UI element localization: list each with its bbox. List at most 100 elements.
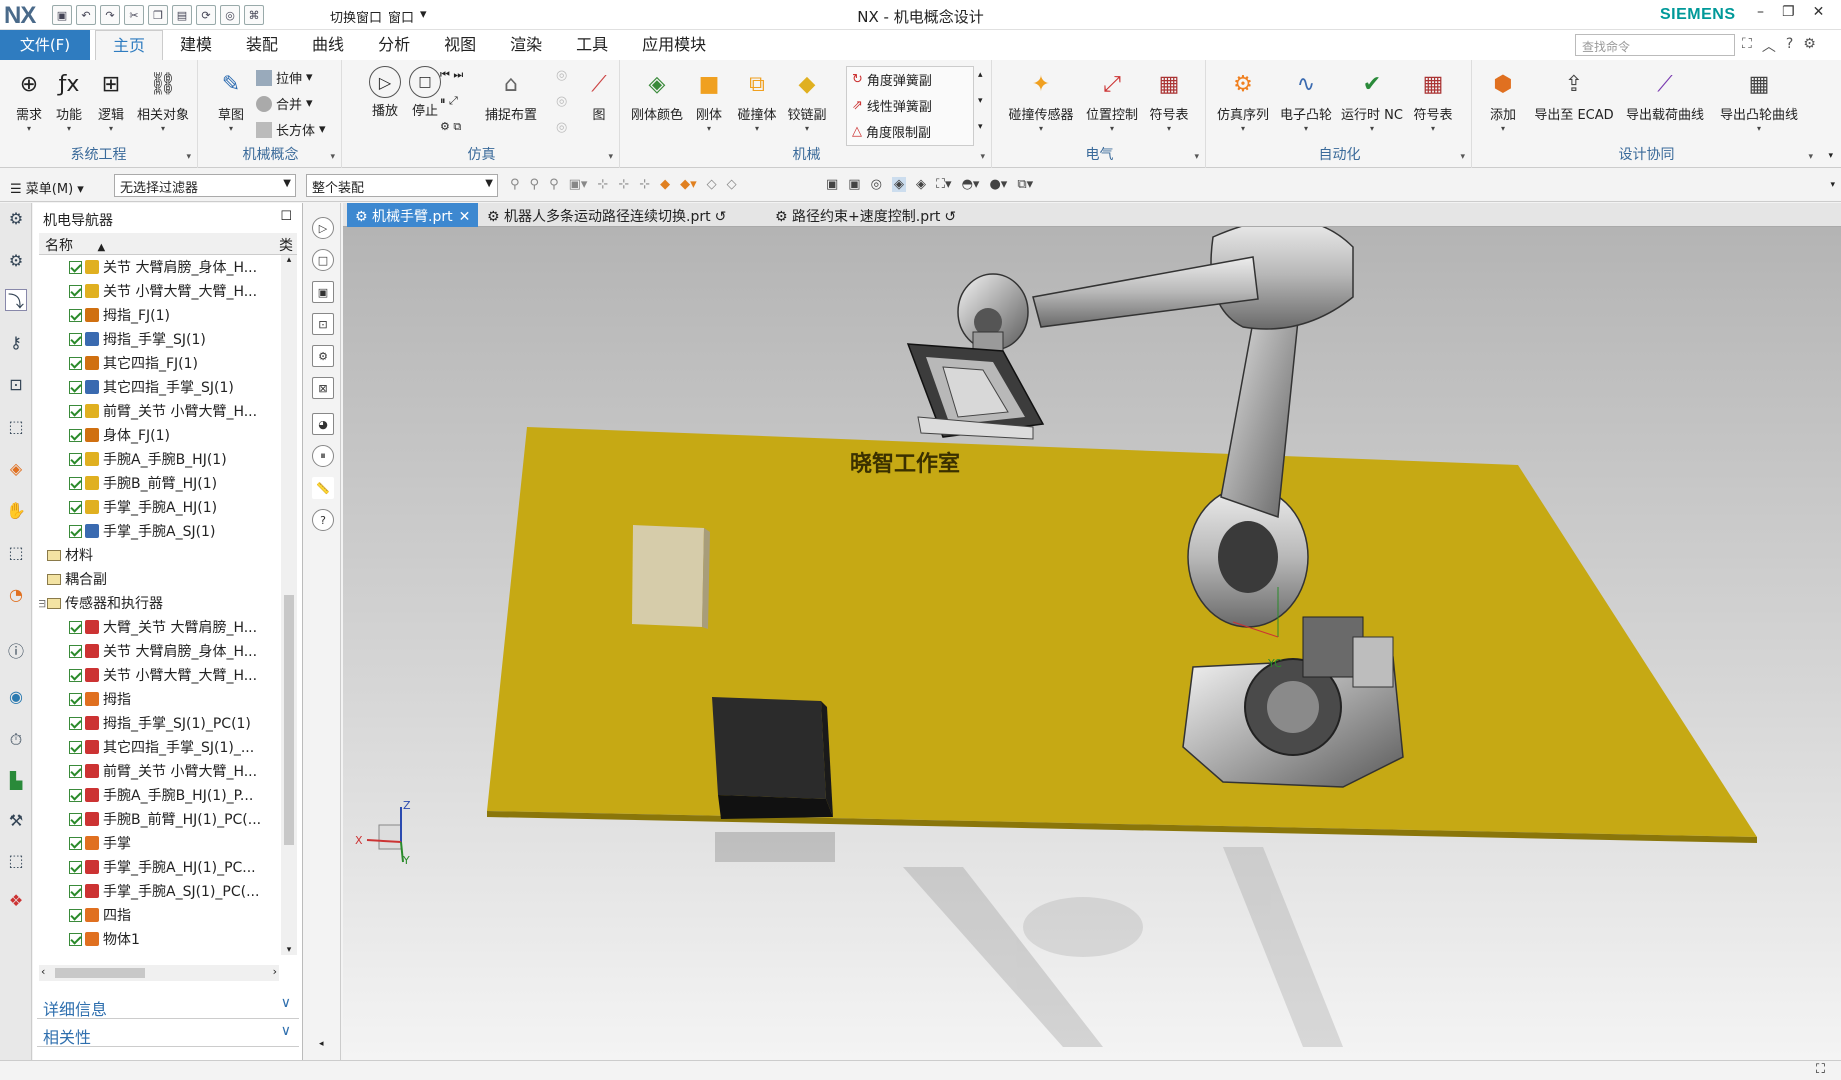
tree-item[interactable]: 前臂_关节 小臂大臂_H...	[39, 759, 279, 783]
group-dropdown-icon[interactable]: ▾	[330, 152, 335, 162]
close-box-icon[interactable]: ⊠	[312, 377, 334, 399]
angular-limit-joint-button[interactable]: △ 角度限制副	[852, 122, 931, 141]
palette-icon[interactable]: ▙	[5, 769, 27, 791]
ribbon-options-icon[interactable]: ▾	[1828, 151, 1833, 161]
tab-tools[interactable]: 工具	[559, 30, 625, 60]
snapshot-icon[interactable]: ⚙ ⧉	[440, 120, 461, 134]
select-feature-icon[interactable]: ▣▾	[569, 177, 588, 192]
sphere-icon[interactable]: ●▾	[989, 177, 1007, 192]
tree-item[interactable]: 物体1	[39, 927, 279, 951]
tab-home[interactable]: 主页	[95, 30, 164, 60]
tree-item[interactable]: 手腕A_手腕B_HJ(1)	[39, 447, 279, 471]
light-box[interactable]	[632, 525, 710, 629]
roles-icon[interactable]: ❖	[5, 889, 27, 911]
group-dropdown-icon[interactable]: ▾	[608, 152, 613, 162]
zoom-icon[interactable]: ▣	[848, 177, 860, 192]
tree-item[interactable]: 手掌_手腕A_HJ(1)_PC...	[39, 855, 279, 879]
physics-icon[interactable]: ⊡	[5, 373, 27, 395]
tree-item[interactable]: 手掌_手腕A_SJ(1)_PC(...	[39, 879, 279, 903]
doc-tab[interactable]: ⚙ 机器人多条运动路径连续切换.prt ↺	[479, 203, 734, 227]
symbol-table-button[interactable]: ▦ 符号表 ▾	[1406, 66, 1460, 134]
rigid-icon[interactable]: ◈	[5, 457, 27, 479]
export-cam-curve-button[interactable]: ▦ 导出凸轮曲线 ▾	[1714, 66, 1804, 134]
group-dropdown-icon[interactable]: ▾	[980, 152, 985, 162]
render-style-icon[interactable]: ◓▾	[962, 177, 980, 192]
part-icon[interactable]: ⬚	[5, 415, 27, 437]
tree-item[interactable]: 其它四指_手掌_SJ(1)_...	[39, 735, 279, 759]
tab-analysis[interactable]: 分析	[361, 30, 427, 60]
fullscreen-icon[interactable]: ⛶	[1816, 1062, 1825, 1077]
visibility-checkbox[interactable]	[69, 716, 82, 730]
tree-item[interactable]: 关节 小臂大臂_大臂_H...	[39, 279, 279, 303]
tab-view[interactable]: 视图	[427, 30, 493, 60]
tools-icon[interactable]: ⚒	[5, 809, 27, 831]
layout-icon[interactable]: ⊡	[312, 313, 334, 335]
collapse-ribbon-icon[interactable]: ︿	[1762, 36, 1776, 56]
visibility-checkbox[interactable]	[69, 308, 82, 322]
details-panel-header[interactable]: 详细信息 ∨	[37, 993, 299, 1019]
visibility-checkbox[interactable]	[69, 740, 82, 754]
visibility-checkbox[interactable]	[69, 668, 82, 682]
save-view-icon[interactable]: ▣	[312, 281, 334, 303]
sensor-icon[interactable]: ⚷	[5, 331, 27, 353]
cube-icon[interactable]: ◇	[707, 177, 717, 192]
tree-item[interactable]: 四指	[39, 903, 279, 927]
runtime-nc-button[interactable]: ✔ 运行时 NC ▾	[1340, 66, 1404, 134]
export-ecad-button[interactable]: ⇪ 导出至 ECAD	[1532, 66, 1616, 124]
tab-render[interactable]: 渲染	[493, 30, 559, 60]
group-dropdown-icon[interactable]: ▾	[1460, 152, 1465, 162]
tree-folder[interactable]: ⊟ 传感器和执行器	[39, 591, 279, 615]
collision-sensor-button[interactable]: ✦ 碰撞传感器 ▾	[1009, 66, 1074, 134]
gallery-expand[interactable]: ▾	[978, 122, 983, 132]
scroll-down-icon[interactable]: ▾	[281, 945, 297, 955]
doc-tab-active[interactable]: ⚙ 机械手臂.prt ✕	[347, 203, 479, 227]
library-icon[interactable]: ⬚	[5, 541, 27, 563]
visibility-checkbox[interactable]	[69, 788, 82, 802]
gallery-scroll-up[interactable]: ▴	[978, 70, 983, 80]
visibility-checkbox[interactable]	[69, 380, 82, 394]
assembly-navigator-icon[interactable]: ⚙	[5, 249, 27, 271]
visibility-checkbox[interactable]	[69, 332, 82, 346]
visibility-checkbox[interactable]	[69, 428, 82, 442]
wireframe-icon[interactable]: ◈	[916, 177, 926, 192]
mechatronics-navigator-icon[interactable]: ⤵	[5, 289, 27, 311]
tree-item[interactable]: 手掌_手腕A_SJ(1)	[39, 519, 279, 543]
gear-icon[interactable]: ⚙	[5, 207, 27, 229]
tree-item[interactable]: 其它四指_手掌_SJ(1)	[39, 375, 279, 399]
scene-canvas[interactable]: 晓智工作室 YC Z X Y	[343, 227, 1841, 1060]
hand-icon[interactable]: ✋	[5, 499, 27, 521]
snap-point-icon[interactable]: ⊹	[597, 177, 608, 192]
hscroll-thumb[interactable]	[55, 968, 145, 978]
tree-folder[interactable]: 耦合副	[39, 567, 279, 591]
visibility-checkbox[interactable]	[69, 500, 82, 514]
tree-item[interactable]: 其它四指_FJ(1)	[39, 351, 279, 375]
tree-folder[interactable]: 运行时行为	[39, 951, 279, 955]
rigid-body-color-button[interactable]: ◈ 刚体颜色	[630, 66, 684, 124]
visibility-checkbox[interactable]	[69, 932, 82, 946]
block-button[interactable]: 长方体 ▾	[256, 120, 326, 139]
ruler-icon[interactable]: 📏	[312, 477, 334, 499]
logical-button[interactable]: ⊞ 逻辑 ▾	[84, 66, 138, 134]
tree-item[interactable]: 手腕B_前臂_HJ(1)_PC(...	[39, 807, 279, 831]
tree-item[interactable]: 前臂_关节 小臂大臂_H...	[39, 399, 279, 423]
menu-button[interactable]: ☰ 菜单(M) ▾	[10, 178, 84, 197]
filter-icon[interactable]: ⚲	[549, 177, 559, 192]
browser-icon[interactable]: ⬚	[5, 849, 27, 871]
layer-icon[interactable]: ⧉▾	[1017, 177, 1033, 192]
name-column-header[interactable]: 名称	[45, 238, 73, 254]
sim-option-icon[interactable]: ◎	[556, 94, 567, 109]
tree-folder[interactable]: 材料	[39, 543, 279, 567]
restore-icon[interactable]: ❐	[1782, 4, 1795, 20]
sim-option-icon[interactable]: ◎	[556, 68, 567, 83]
scroll-up-icon[interactable]: ▴	[281, 255, 297, 265]
pie-icon[interactable]: ◔	[5, 583, 27, 605]
cube-outline-icon[interactable]: ◇	[727, 177, 737, 192]
visibility-checkbox[interactable]	[69, 260, 82, 274]
select-all-icon[interactable]: ⚲	[510, 177, 520, 192]
globe-icon[interactable]: ◉	[5, 685, 27, 707]
tab-applications[interactable]: 应用模块	[625, 30, 723, 60]
visibility-checkbox[interactable]	[69, 452, 82, 466]
sketch-button[interactable]: ✎ 草图 ▾	[204, 66, 258, 134]
vertical-scrollbar[interactable]: ▴ ▾	[281, 255, 297, 955]
snapshot-layout-button[interactable]: ⌂ 捕捉布置	[484, 66, 538, 124]
